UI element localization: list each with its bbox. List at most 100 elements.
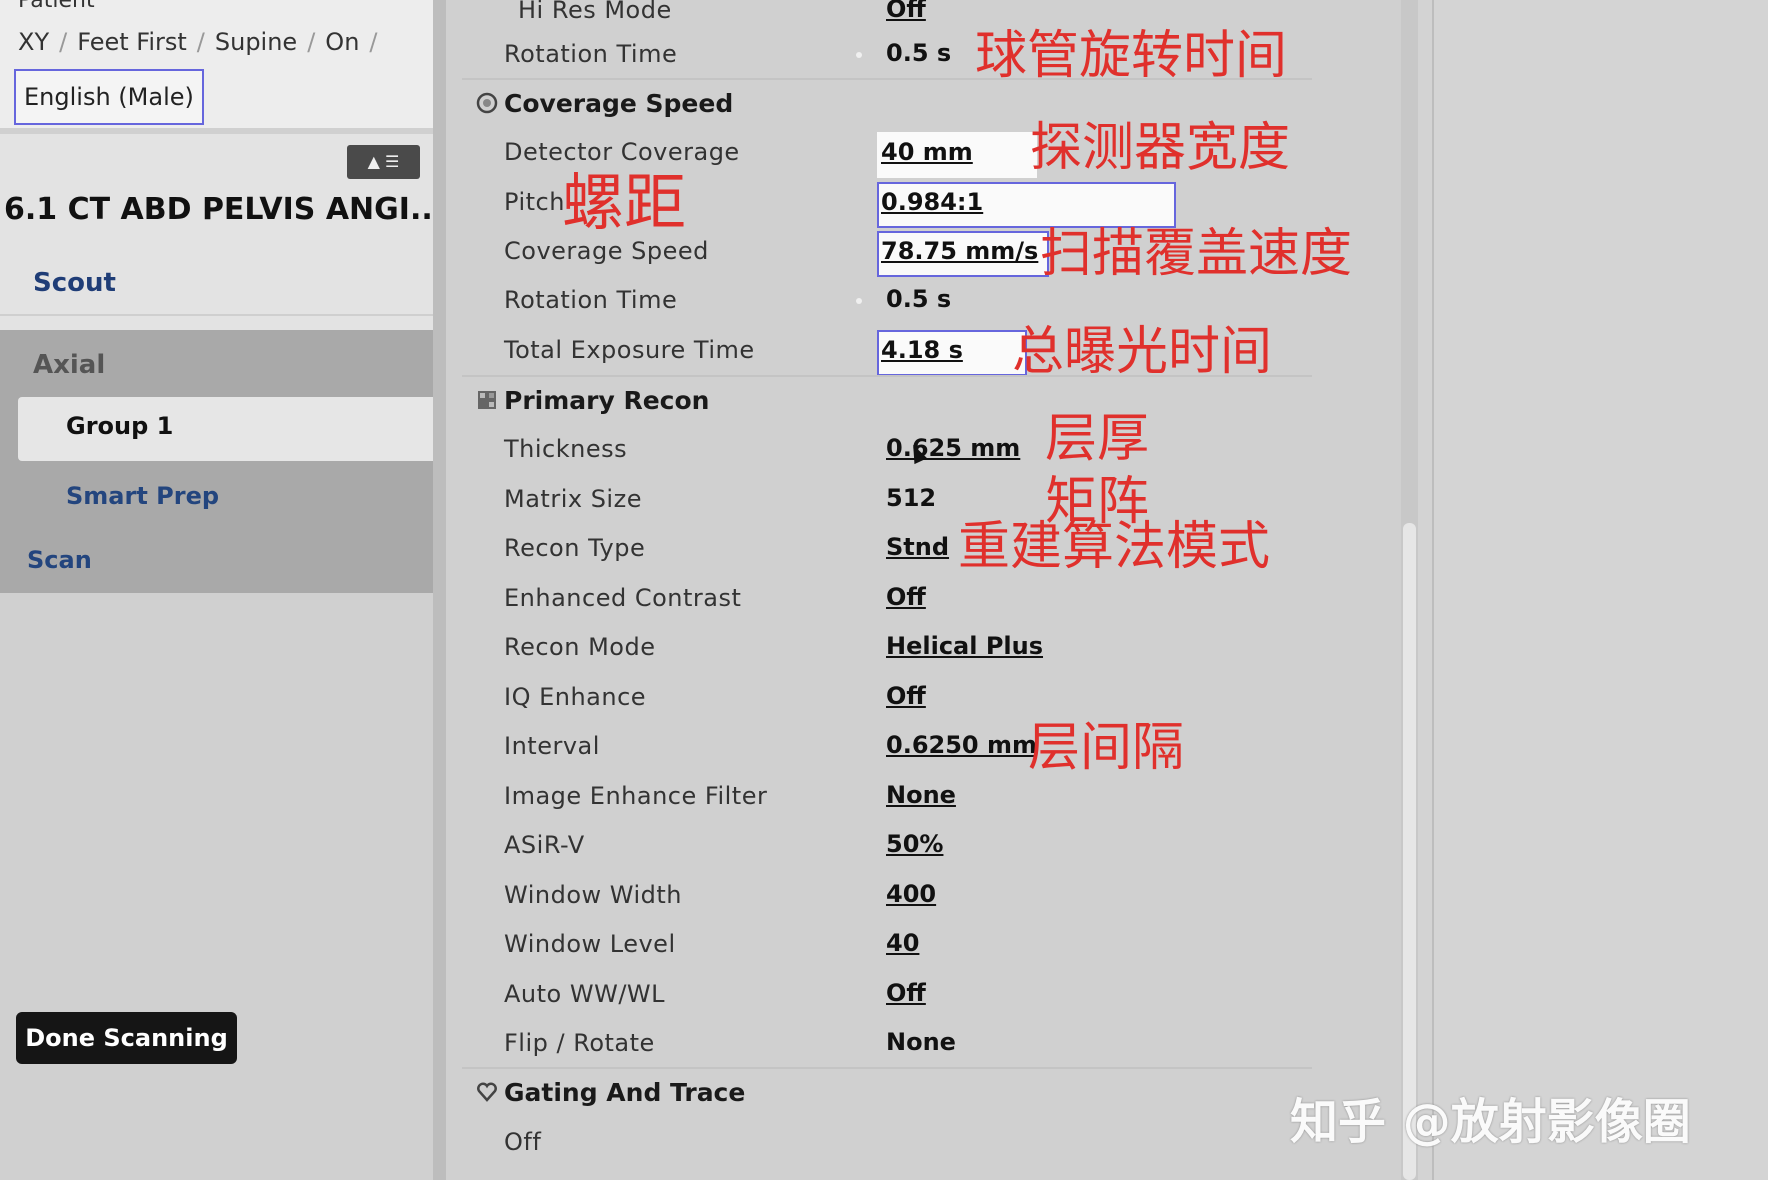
annotation-pitch: 螺距 [562, 166, 687, 239]
breadcrumb-orientation[interactable]: XY [18, 28, 49, 56]
breadcrumb-state[interactable]: On [325, 28, 359, 56]
param-row-gating-value: Off [446, 1120, 1296, 1169]
step-scout[interactable]: Scout [33, 268, 116, 298]
watermark: 知乎 @放射影像圈 [1290, 1094, 1691, 1150]
param-label: Interval [504, 732, 600, 760]
annotation-rotation-time: 球管旋转时间 [975, 26, 1288, 86]
param-row-thickness: Thickness 0.625 mm [446, 427, 1296, 476]
param-label: Hi Res Mode [518, 0, 672, 24]
right-empty-panel [1434, 0, 1768, 1180]
param-label: Window Level [504, 930, 676, 958]
param-label: Enhanced Contrast [504, 584, 742, 612]
breadcrumb-entry[interactable]: Feet First [77, 28, 187, 56]
divider [0, 314, 433, 316]
menu-icon: ☰ [385, 152, 400, 171]
breadcrumb-separator: / [307, 28, 316, 56]
param-value-window-width[interactable]: 400 [886, 880, 936, 908]
voice-language-select[interactable]: English (Male) [14, 69, 204, 125]
param-label: Flip / Rotate [504, 1029, 655, 1057]
param-label: Image Enhance Filter [504, 782, 768, 810]
param-label: Recon Type [504, 534, 646, 562]
param-row-window-level: Window Level 40 [446, 922, 1296, 971]
param-label: Matrix Size [504, 485, 642, 513]
param-label: Pitch [504, 188, 565, 216]
circle-arrow-icon [476, 92, 498, 114]
param-label: Auto WW/WL [504, 980, 665, 1008]
patient-position-breadcrumb: XY / Feet First / Supine / On / [18, 28, 388, 56]
section-gating-and-trace[interactable]: Gating And Trace [462, 1067, 1312, 1115]
param-value-auto-ww-wl[interactable]: Off [886, 979, 926, 1007]
group-1-label: Group 1 [66, 412, 174, 440]
param-label: Off [504, 1128, 542, 1156]
param-value-interval[interactable]: 0.6250 mm [886, 731, 1037, 759]
param-value-rotation-time: 0.5 s [886, 285, 952, 313]
param-label: Window Width [504, 881, 682, 909]
param-row-recon-mode: Recon Mode Helical Plus [446, 625, 1296, 674]
param-row-auto-ww-wl: Auto WW/WL Off [446, 972, 1296, 1021]
annotation-recon-algorithm: 重建算法模式 [958, 517, 1271, 577]
heart-icon [477, 1082, 497, 1102]
param-value-recon-mode[interactable]: Helical Plus [886, 632, 1043, 660]
indicator-dot [856, 298, 862, 304]
param-value-enhanced-contrast[interactable]: Off [886, 583, 926, 611]
protocol-panel: ▲ ☰ 6.1 CT ABD PELVIS ANGI... Scout [0, 134, 444, 330]
section-title: Primary Recon [504, 386, 710, 415]
section-title: Coverage Speed [504, 89, 734, 118]
param-row-asir-v: ASiR-V 50% [446, 823, 1296, 872]
param-value-pitch[interactable]: 0.984:1 [877, 182, 1176, 228]
param-row-rotation-time: Rotation Time 0.5 s [446, 278, 1296, 327]
param-value-coverage-speed[interactable]: 78.75 mm/s [877, 231, 1049, 277]
param-row-flip-rotate: Flip / Rotate None [446, 1021, 1296, 1070]
breadcrumb-position[interactable]: Supine [215, 28, 297, 56]
done-scanning-button[interactable]: Done Scanning [16, 1012, 237, 1064]
breadcrumb-separator: / [59, 28, 68, 56]
param-row-enhanced-contrast: Enhanced Contrast Off [446, 576, 1296, 625]
param-label: Total Exposure Time [504, 336, 755, 364]
section-title: Gating And Trace [504, 1078, 746, 1107]
protocol-title: 6.1 CT ABD PELVIS ANGI... [4, 192, 445, 227]
param-value-rotation-time: 0.5 s [886, 39, 952, 67]
grid-icon [478, 391, 496, 409]
param-value-asir-v[interactable]: 50% [886, 830, 943, 858]
step-group-1[interactable]: Group 1 [18, 397, 446, 461]
step-scan[interactable]: Scan [27, 546, 92, 574]
patient-label: Patient [18, 0, 95, 13]
annotation-detector-width: 探测器宽度 [1030, 118, 1291, 178]
triangle-up-icon: ▲ [367, 152, 380, 171]
param-label: ASiR-V [504, 831, 585, 859]
param-value-recon-type[interactable]: Stnd [886, 533, 949, 561]
indicator-dot [856, 52, 862, 58]
param-label: Recon Mode [504, 633, 656, 661]
param-label: Rotation Time [504, 40, 678, 68]
param-label: IQ Enhance [504, 683, 647, 711]
param-label: Thickness [504, 435, 628, 463]
param-row-iq-enhance: IQ Enhance Off [446, 675, 1296, 724]
collapse-menu-button[interactable]: ▲ ☰ [347, 145, 420, 179]
param-label: Detector Coverage [504, 138, 740, 166]
param-value-matrix-size: 512 [886, 484, 937, 512]
axial-series-panel: Axial Group 1 Smart Prep Scan [0, 330, 446, 593]
param-label: Coverage Speed [504, 237, 709, 265]
patient-info-panel: Patient XY / Feet First / Supine / On / … [0, 0, 433, 128]
param-value-total-exposure-time[interactable]: 4.18 s [877, 330, 1027, 376]
breadcrumb-separator: / [369, 28, 378, 56]
annotation-coverage-speed: 扫描覆盖速度 [1040, 224, 1353, 284]
param-value-window-level[interactable]: 40 [886, 929, 919, 957]
annotation-thickness: 层厚 [1045, 409, 1150, 469]
param-value-image-enhance-filter[interactable]: None [886, 781, 956, 809]
param-value-hi-res-mode[interactable]: Off [886, 0, 926, 23]
param-value-flip-rotate: None [886, 1028, 956, 1056]
annotation-total-exposure: 总曝光时间 [1012, 322, 1273, 382]
annotation-interval: 层间隔 [1028, 718, 1185, 778]
protocol-sidebar: Patient XY / Feet First / Supine / On / … [0, 0, 446, 1180]
param-value-detector-coverage[interactable]: 40 mm [877, 132, 1037, 178]
step-smart-prep[interactable]: Smart Prep [66, 482, 219, 510]
step-axial[interactable]: Axial [33, 350, 105, 380]
param-row-image-enhance-filter: Image Enhance Filter None [446, 774, 1296, 823]
breadcrumb-separator: / [196, 28, 205, 56]
param-value-iq-enhance[interactable]: Off [886, 682, 926, 710]
section-primary-recon[interactable]: Primary Recon [462, 375, 1312, 423]
panel-divider[interactable] [433, 0, 446, 1180]
param-row-window-width: Window Width 400 [446, 873, 1296, 922]
param-label: Rotation Time [504, 286, 678, 314]
